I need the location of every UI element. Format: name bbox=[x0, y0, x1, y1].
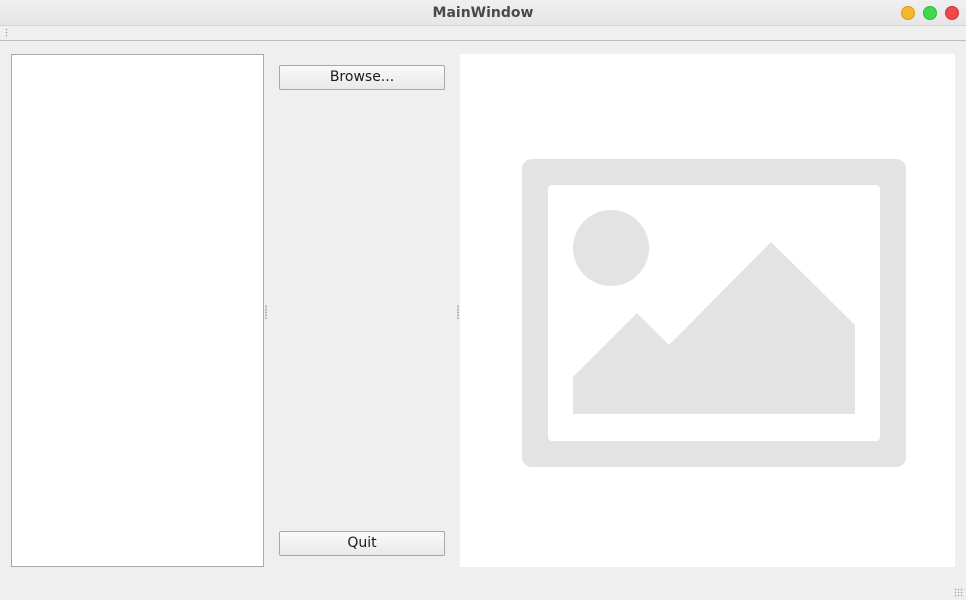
minimize-button[interactable] bbox=[901, 6, 915, 20]
browse-button[interactable]: Browse... bbox=[279, 65, 445, 90]
window-title: MainWindow bbox=[432, 5, 534, 21]
splitter-handle-right[interactable] bbox=[457, 305, 459, 319]
file-list[interactable] bbox=[11, 54, 264, 567]
image-view bbox=[460, 54, 955, 567]
toolbar-handle[interactable] bbox=[5, 28, 8, 38]
maximize-button[interactable] bbox=[923, 6, 937, 20]
toolbar bbox=[0, 26, 966, 41]
resize-grip[interactable] bbox=[954, 588, 964, 598]
close-button[interactable] bbox=[945, 6, 959, 20]
splitter-handle-left[interactable] bbox=[265, 305, 267, 319]
title-bar: MainWindow bbox=[0, 0, 966, 26]
quit-button[interactable]: Quit bbox=[279, 531, 445, 556]
image-placeholder-icon bbox=[522, 159, 906, 467]
